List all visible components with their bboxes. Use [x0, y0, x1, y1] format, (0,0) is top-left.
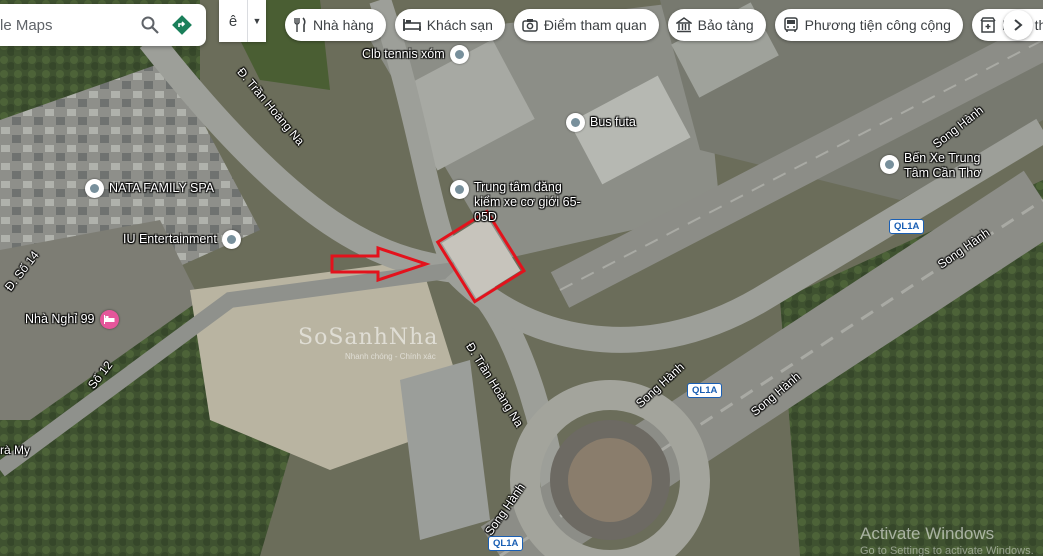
chip-label: Điểm tham quan — [543, 17, 647, 33]
search-text[interactable]: le Maps — [0, 17, 134, 34]
place-dang-kiem[interactable]: Trung tâm đăng kiểm xe cơ giới 65-05D — [450, 180, 584, 225]
language-button[interactable]: ê — [219, 13, 247, 30]
place-pin-icon — [450, 180, 469, 199]
search-box[interactable]: le Maps — [0, 4, 206, 46]
place-nata-spa[interactable]: NATA FAMILY SPA — [85, 179, 214, 198]
chip-hotels[interactable]: Khách sạn — [394, 9, 505, 41]
camera-icon — [522, 19, 538, 32]
bus-icon — [783, 17, 798, 32]
chip-attractions[interactable]: Điểm tham quan — [513, 9, 659, 41]
highway-shield: QL1A — [488, 536, 524, 551]
place-pin-icon — [221, 230, 241, 249]
highway-shield: QL1A — [687, 383, 723, 398]
bed-icon — [402, 19, 421, 31]
place-bus-futa[interactable]: Bus futa — [566, 113, 636, 132]
satellite-map[interactable] — [0, 0, 1043, 556]
chip-museums[interactable]: Bảo tàng — [667, 9, 766, 41]
museum-icon — [675, 17, 692, 33]
highway-shield: QL1A — [889, 219, 925, 234]
fork-knife-icon — [294, 17, 306, 32]
chevron-right-icon — [1014, 19, 1023, 31]
directions-icon[interactable] — [166, 9, 198, 41]
chips-next-button[interactable] — [1003, 10, 1033, 40]
place-label: IU Entertainment — [123, 232, 217, 246]
place-label: Bến Xe Trung Tâm Cần Thơ — [904, 151, 982, 180]
caret-down-icon[interactable]: ▼ — [248, 16, 266, 26]
chip-label: Khách sạn — [426, 17, 493, 33]
road-label: rà My — [0, 443, 30, 457]
place-pin-icon — [566, 113, 585, 132]
place-pin-icon — [880, 155, 899, 174]
place-label: Bus futa — [590, 115, 636, 129]
chip-restaurants[interactable]: Nhà hàng — [285, 9, 386, 41]
place-nha-nghi-99[interactable]: Nhà Nghỉ 99 — [25, 310, 119, 329]
language-selector[interactable]: ê ▼ — [219, 0, 266, 42]
search-icon[interactable] — [134, 9, 166, 41]
place-ben-xe[interactable]: Bến Xe Trung Tâm Cần Thơ — [880, 151, 1004, 181]
chip-label: Bảo tàng — [697, 17, 754, 33]
place-label: Trung tâm đăng kiểm xe cơ giới 65-05D — [474, 180, 581, 224]
place-label: Clb tennis xóm — [362, 47, 445, 61]
activate-windows-sub: Go to Settings to activate Windows. — [860, 545, 1034, 556]
place-pin-icon — [85, 179, 104, 198]
chip-label: Phương tiện công cộng — [804, 17, 951, 33]
watermark: SoSanhNha — [298, 325, 439, 350]
chip-label: Nhà hàng — [313, 17, 374, 33]
category-chips: Nhà hàng Khách sạn Điểm tham quan Bảo tà… — [285, 9, 1043, 42]
place-label: NATA FAMILY SPA — [109, 181, 215, 195]
place-iu-entertainment[interactable]: IU Entertainment — [123, 230, 241, 249]
place-label: Nhà Nghỉ 99 — [25, 312, 95, 326]
activate-windows-title: Activate Windows — [860, 524, 995, 543]
watermark-sub: Nhanh chóng - Chính xác — [345, 352, 436, 361]
place-clb-tennis[interactable]: Clb tennis xóm — [362, 45, 469, 64]
chip-transit[interactable]: Phương tiện công cộng — [774, 9, 963, 41]
place-pin-icon — [449, 45, 469, 64]
pharmacy-icon — [980, 17, 996, 33]
hotel-pin-icon — [99, 310, 119, 329]
